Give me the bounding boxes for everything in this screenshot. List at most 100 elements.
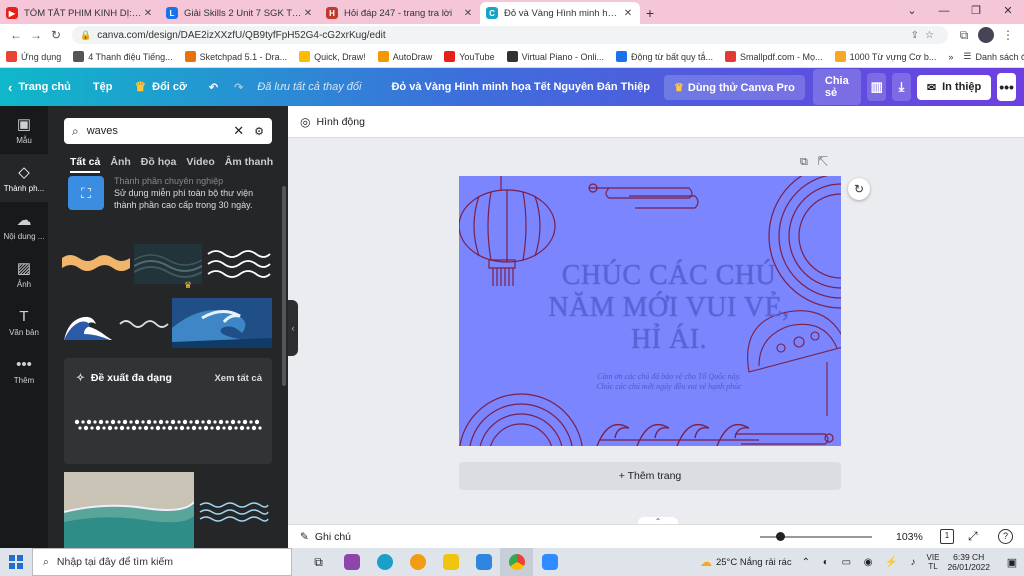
reload-icon[interactable]: ↻ [46, 28, 66, 42]
blue-wavy-lines-thumb[interactable] [198, 500, 270, 522]
browser-tab[interactable]: L Giải Skills 2 Unit 7 SGK Tiếng Anh...✕ [160, 2, 320, 24]
add-page-icon[interactable]: ⇱ [818, 156, 838, 168]
tab-search-icon[interactable]: ⌄ [896, 0, 928, 22]
clear-icon[interactable]: ✕ [233, 123, 244, 139]
home-button[interactable]: ‹ Trang chủ [8, 80, 71, 95]
close-tab-icon[interactable]: ✕ [142, 8, 154, 19]
avatar[interactable] [978, 27, 994, 43]
maximize-button[interactable]: ❐ [960, 0, 992, 22]
bookmark-item[interactable]: AutoDraw [377, 51, 432, 62]
mail-icon[interactable] [467, 548, 500, 576]
bookmark-item[interactable]: 1000 Từ vựng Cơ b... [834, 51, 936, 62]
file-menu[interactable]: Tệp [93, 81, 113, 93]
app-icon-orange[interactable] [401, 548, 434, 576]
bookmark-item[interactable]: YouTube [444, 51, 495, 62]
browser-tab[interactable]: H Hỏi đáp 247 - trang tra lời ✕ [320, 2, 480, 24]
filter-tab[interactable]: Tất cả [70, 156, 101, 173]
undo-button[interactable]: ↶ [209, 81, 218, 94]
close-tab-icon[interactable]: ✕ [462, 8, 474, 19]
rail-item[interactable]: T Văn bản [0, 298, 48, 346]
language-indicator[interactable]: VIE TL [927, 553, 940, 571]
windows-start-icon[interactable] [0, 555, 32, 569]
print-button[interactable]: ✉ In thiệp [916, 74, 992, 100]
rail-item[interactable]: ☁ Nội dung ... [0, 202, 48, 250]
back-icon[interactable]: ← [6, 28, 26, 42]
add-page-button[interactable]: + Thêm trang [459, 462, 841, 490]
minimize-button[interactable]: — [928, 0, 960, 22]
browser-tab[interactable]: C Đỏ và Vàng Hình minh họa Tết N...✕ [480, 2, 640, 24]
reading-list[interactable]: Danh sách đọc [975, 52, 1024, 62]
rail-item[interactable]: ••• Thêm [0, 346, 48, 394]
panel-scrollbar[interactable] [282, 186, 286, 386]
bookmark-item[interactable]: Quick, Draw! [299, 51, 366, 62]
share-button[interactable]: Chia sẻ [812, 69, 862, 105]
animate-button[interactable]: Hình động [316, 116, 364, 128]
filter-tab[interactable]: Âm thanh [225, 156, 273, 173]
rail-item[interactable]: ◇ Thành ph... [0, 154, 48, 202]
filter-icon[interactable]: ⚙ [254, 125, 264, 138]
bookmark-item[interactable]: 4 Thanh điệu Tiếng... [73, 51, 173, 62]
taskbar-search[interactable]: ⌕ Nhập tại đây để tìm kiếm [32, 548, 292, 576]
collapse-panel-icon[interactable]: ‹ [288, 300, 298, 356]
search-input[interactable]: waves [87, 125, 233, 137]
bookmark-item[interactable]: Virtual Piano - Onli... [506, 51, 604, 62]
subtext[interactable]: Cảm ơn các chú đã bảo vệ cho Tổ Quốc này… [539, 372, 799, 392]
url-field[interactable]: 🔒 canva.com/design/DAE2izXXzfU/QB9tyfFpH… [72, 26, 948, 44]
edge-icon[interactable] [368, 548, 401, 576]
fullscreen-icon[interactable]: ⤢ [968, 529, 978, 544]
search-box[interactable]: ⌕ waves ✕ ⚙ [64, 118, 272, 144]
duplicate-page-icon[interactable]: ⧉ [800, 156, 818, 168]
chrome-icon[interactable] [500, 548, 533, 576]
file-explorer-icon[interactable] [434, 548, 467, 576]
notes-button[interactable]: ✎ Ghi chú [300, 531, 351, 543]
weather-widget[interactable]: ☁ 25°C Nắng rải rác [700, 555, 792, 569]
redo-button[interactable]: ↷ [234, 81, 243, 94]
rail-item[interactable]: ▣ Mẫu [0, 106, 48, 154]
close-tab-icon[interactable]: ✕ [302, 8, 314, 19]
zoom-level[interactable]: 103% [896, 531, 923, 543]
doc-title[interactable]: Đỏ và Vàng Hình minh họa Tết Nguyên Đán … [391, 81, 650, 93]
beach-photo-thumb[interactable] [64, 472, 194, 548]
tray-icons[interactable]: ⌃ ◐ ▭ ◉ ⚡ ♪ [802, 557, 921, 568]
greeting-text[interactable]: CHÚC CÁC CHÚ NĂM MỚI VUI VẺ, HỈ ÁI. [519, 260, 819, 356]
pages-icon[interactable]: 1 [940, 529, 954, 544]
refresh-icon[interactable]: ↻ [848, 178, 870, 200]
squiggle-thumb[interactable] [118, 316, 170, 332]
filter-tab[interactable]: Video [186, 156, 214, 173]
hokusai-wave-thumb[interactable] [62, 306, 114, 342]
rail-item[interactable]: ▨ Ảnh [0, 250, 48, 298]
pro-promo[interactable]: ⛶ Thành phần chuyên nghiệp Sử dụng miễn … [68, 176, 274, 216]
bookmark-item[interactable]: Sketchpad 5.1 - Dra... [184, 51, 287, 62]
browser-tab[interactable]: ▶ TÓM TẮT PHIM KINH DỊ: ÁC QUỶ...✕ [0, 2, 160, 24]
bookmark-item[interactable]: Ứng dụng [6, 51, 61, 62]
wavy-lines-thumb[interactable] [206, 244, 272, 280]
wave-graphic-thumb[interactable] [62, 250, 130, 274]
help-icon[interactable]: ? [998, 529, 1013, 544]
filter-tab[interactable]: Ảnh [110, 156, 130, 173]
insights-button[interactable]: ▥ [867, 73, 887, 101]
close-tab-icon[interactable]: ✕ [622, 8, 634, 19]
extensions-icon[interactable]: ⧉ [954, 28, 974, 43]
zoom-app-icon[interactable] [533, 548, 566, 576]
more-button[interactable]: ••• [997, 73, 1016, 101]
forward-icon[interactable]: → [26, 28, 46, 42]
menu-icon[interactable]: ⋮ [998, 28, 1018, 42]
zoom-knob[interactable] [776, 532, 786, 541]
ocean-wave-photo-thumb[interactable] [172, 298, 272, 348]
new-tab-button[interactable]: + [640, 2, 660, 24]
app-icon-purple[interactable] [335, 548, 368, 576]
bookmarks-more[interactable]: » [948, 52, 953, 62]
wave-lines-thumb[interactable] [134, 244, 202, 284]
see-all-link[interactable]: Xem tất cả [214, 373, 262, 384]
try-pro-button[interactable]: ♛ Dùng thử Canva Pro [664, 74, 805, 100]
download-button[interactable]: ⤓ [892, 73, 911, 101]
design-canvas[interactable]: CHÚC CÁC CHÚ NĂM MỚI VUI VẺ, HỈ ÁI. Cảm … [459, 176, 841, 446]
dotted-border-thumb[interactable] [74, 418, 264, 432]
bookmark-item[interactable]: Smallpdf.com - Mọ... [725, 51, 823, 62]
task-view-icon[interactable]: ⧉ [302, 548, 335, 576]
resize-button[interactable]: ♛ Đổi cỡ [134, 79, 186, 95]
close-window-button[interactable]: ✕ [992, 0, 1024, 22]
share-star-icons[interactable]: ⇪☆ [911, 30, 940, 41]
bookmark-item[interactable]: Động từ bất quy tắ... [615, 51, 713, 62]
notification-icon[interactable]: ▣ [1000, 556, 1024, 569]
